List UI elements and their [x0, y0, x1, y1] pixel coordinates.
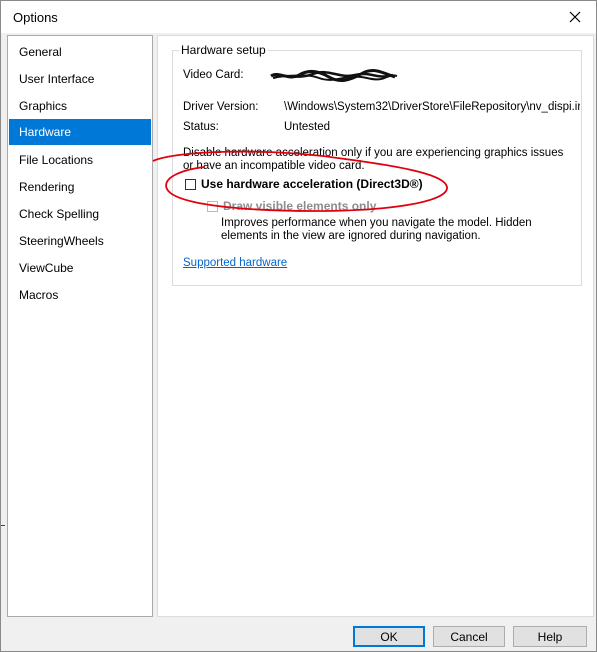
- dialog-body: General User Interface Graphics Hardware…: [1, 33, 596, 619]
- status-label: Status:: [183, 121, 219, 133]
- close-button[interactable]: [560, 5, 590, 29]
- close-icon: [569, 11, 581, 23]
- sidebar-item-steeringwheels[interactable]: SteeringWheels: [9, 228, 151, 254]
- sidebar-item-viewcube[interactable]: ViewCube: [9, 255, 151, 281]
- options-dialog: Options General User Interface Graphics …: [0, 0, 597, 652]
- sidebar-item-hardware[interactable]: Hardware: [9, 119, 151, 145]
- video-card-label: Video Card:: [183, 69, 244, 81]
- status-value: Untested: [284, 121, 331, 133]
- window-title: Options: [13, 10, 58, 25]
- dialog-footer: OK Cancel Help: [1, 619, 596, 651]
- sidebar-item-file-locations[interactable]: File Locations: [9, 147, 151, 173]
- title-bar: Options: [1, 1, 596, 33]
- help-button[interactable]: Help: [513, 626, 587, 647]
- sidebar-item-user-interface[interactable]: User Interface: [9, 66, 151, 92]
- edge-marker: [1, 525, 5, 526]
- group-title: Hardware setup: [179, 43, 268, 57]
- sidebar-item-check-spelling[interactable]: Check Spelling: [9, 201, 151, 227]
- sidebar-item-rendering[interactable]: Rendering: [9, 174, 151, 200]
- driver-version-value: \Windows\System32\DriverStore\FileReposi…: [284, 101, 580, 113]
- supported-hardware-link[interactable]: Supported hardware: [183, 257, 287, 269]
- ok-button[interactable]: OK: [353, 626, 425, 647]
- sidebar-item-macros[interactable]: Macros: [9, 282, 151, 308]
- hardware-panel: Hardware setup Video Card: Driver Versio…: [157, 35, 594, 617]
- redacted-scribble: [270, 69, 398, 83]
- red-annotation-ellipse: [152, 150, 448, 212]
- sidebar-item-general[interactable]: General: [9, 39, 151, 65]
- sidebar-item-graphics[interactable]: Graphics: [9, 93, 151, 119]
- draw-visible-description: Improves performance when you navigate t…: [221, 217, 532, 242]
- cancel-button[interactable]: Cancel: [433, 626, 505, 647]
- category-list: General User Interface Graphics Hardware…: [7, 35, 153, 617]
- driver-version-label: Driver Version:: [183, 101, 259, 113]
